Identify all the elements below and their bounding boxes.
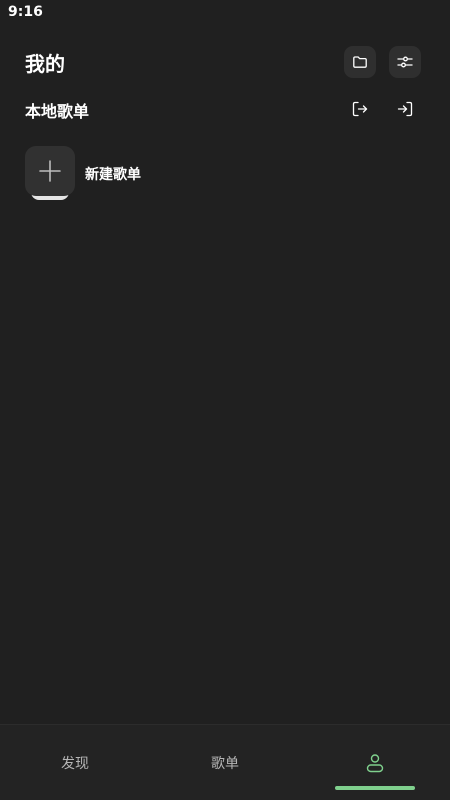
nav-tab-discover[interactable]: 发现 [0,725,150,800]
folder-icon [353,56,367,68]
screen: 9:16 我的 本地歌单 新建歌单 发现 歌单 [0,0,450,800]
status-bar: 9:16 [0,0,450,26]
export-icon [352,101,368,117]
user-icon [366,754,384,773]
new-playlist-label: 新建歌单 [85,167,141,183]
import-button[interactable] [394,98,416,120]
page-title: 我的 [25,52,65,76]
settings-button[interactable] [389,46,421,78]
status-time: 9:16 [8,4,43,20]
nav-tab-playlists-label: 歌单 [211,756,239,772]
plus-icon [39,160,61,182]
nav-tab-playlists[interactable]: 歌单 [150,725,300,800]
new-playlist-cover [25,146,75,202]
section-title-local-playlists: 本地歌单 [25,102,90,121]
nav-active-indicator [335,786,415,790]
folder-button[interactable] [344,46,376,78]
export-button[interactable] [349,98,371,120]
bottom-nav: 发现 歌单 [0,724,450,800]
import-icon [397,101,413,117]
new-playlist-button[interactable]: 新建歌单 [25,146,225,202]
add-cover-box [25,146,75,196]
sliders-icon [397,56,413,68]
nav-tab-discover-label: 发现 [61,756,89,772]
